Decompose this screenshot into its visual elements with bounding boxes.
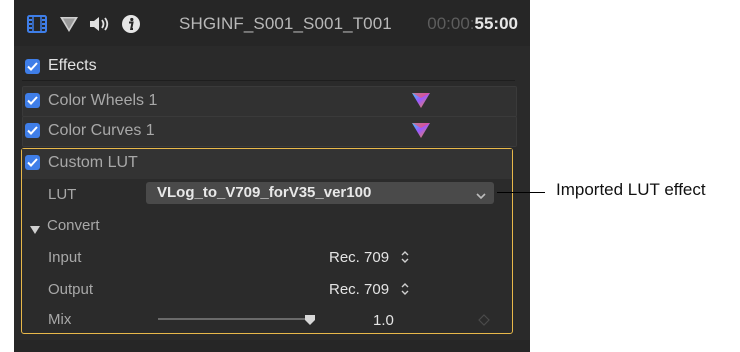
disclosure-triangle-icon[interactable] [30,222,40,240]
input-label: Input [48,249,82,266]
custom-lut-label: Custom LUT [48,154,138,171]
chevron-down-icon [476,187,486,205]
panel-bottom [14,340,530,352]
lut-select[interactable]: VLog_to_V709_forV35_ver100 [146,182,494,204]
timecode-dim: 00:00: [427,14,475,33]
timecode: 00:00:55:00 [427,14,518,34]
color-curves-label: Color Curves 1 [48,122,155,139]
convert-label: Convert [47,217,100,234]
custom-lut-effect [21,148,513,334]
info-icon[interactable] [120,14,142,34]
callout-label: Imported LUT effect [556,180,706,199]
divider [22,80,515,81]
color-wheels-label: Color Wheels 1 [48,92,158,109]
color-triangle-icon[interactable] [412,92,430,113]
input-value: Rec. 709 [329,249,390,266]
custom-lut-checkbox[interactable] [25,155,40,170]
output-value: Rec. 709 [329,281,390,298]
inspector-header: SHGINF_S001_S001_T001 00:00:55:00 [14,0,530,46]
clip-name: SHGINF_S001_S001_T001 [179,14,392,33]
callout-line [497,192,545,193]
mix-slider-track[interactable] [158,318,308,320]
output-label: Output [48,281,94,298]
lut-select-value: VLog_to_V709_forV35_ver100 [157,184,372,201]
inspector-panel: SHGINF_S001_S001_T001 00:00:55:00 Effect… [14,0,530,352]
color-triangle-icon[interactable] [58,14,80,34]
input-popup[interactable]: Rec. 709 [329,249,389,266]
color-curves-checkbox[interactable] [25,123,40,138]
mix-slider-knob[interactable] [304,313,316,331]
timecode-bright: 55:00 [474,14,518,33]
speaker-icon[interactable] [88,14,112,34]
mix-label: Mix [48,311,72,328]
stepper-chevron-icon[interactable] [400,282,410,301]
keyframe-diamond-icon[interactable] [478,313,490,331]
effects-label: Effects [48,57,97,74]
lut-label: LUT [48,186,77,203]
effects-checkbox[interactable] [25,59,40,74]
film-icon[interactable] [26,14,48,34]
stepper-chevron-icon[interactable] [400,250,410,269]
color-wheels-checkbox[interactable] [25,93,40,108]
mix-value[interactable]: 1.0 [373,312,394,329]
output-popup[interactable]: Rec. 709 [329,281,389,298]
color-triangle-icon[interactable] [412,122,430,143]
